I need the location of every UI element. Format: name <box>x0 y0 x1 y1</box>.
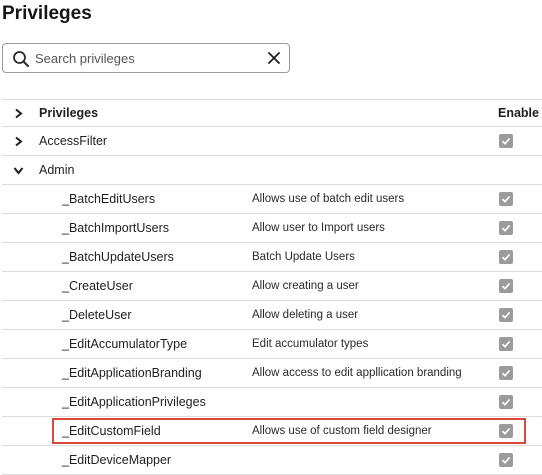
checkmark-icon <box>501 311 511 319</box>
checkmark-icon <box>501 456 511 464</box>
enable-checkbox[interactable] <box>499 308 513 322</box>
checkmark-icon <box>501 282 511 290</box>
privilege-description: Edit accumulator types <box>252 338 369 350</box>
enable-checkbox[interactable] <box>499 424 513 438</box>
privilege-name: _BatchUpdateUsers <box>62 250 174 264</box>
enable-checkbox[interactable] <box>499 366 513 380</box>
privilege-name: _EditApplicationPrivileges <box>62 395 206 409</box>
search-box[interactable] <box>2 43 290 73</box>
privilege-description: Allow access to edit appllication brandi… <box>252 367 462 379</box>
enable-checkbox[interactable] <box>499 192 513 206</box>
privilege-description: Allow creating a user <box>252 280 359 292</box>
enable-checkbox[interactable] <box>499 134 513 148</box>
enable-checkbox[interactable] <box>499 453 513 467</box>
chevron-right-icon <box>14 136 23 146</box>
table-row[interactable]: _EditApplicationBranding Allow access to… <box>2 359 542 388</box>
checkmark-icon <box>501 137 511 145</box>
chevron-right-icon <box>14 108 23 118</box>
group-name: AccessFilter <box>39 134 108 148</box>
privilege-name: _BatchImportUsers <box>62 221 169 235</box>
close-icon[interactable] <box>267 51 281 65</box>
table-row[interactable]: _EditDeviceMapper <box>2 446 542 475</box>
page-title: Privileges <box>2 3 92 24</box>
checkmark-icon <box>501 427 511 435</box>
privilege-name: _EditApplicationBranding <box>62 366 202 380</box>
table-row[interactable]: _DeleteUser Allow deleting a user <box>2 301 542 330</box>
checkmark-icon <box>501 398 511 406</box>
checkmark-icon <box>501 340 511 348</box>
column-header-privileges: Privileges <box>39 106 99 120</box>
enable-checkbox[interactable] <box>499 279 513 293</box>
group-toggle[interactable] <box>10 156 26 184</box>
privilege-description: Allows use of batch edit users <box>252 193 405 205</box>
checkmark-icon <box>501 224 511 232</box>
group-row-accessfilter[interactable]: AccessFilter <box>2 127 542 156</box>
privilege-name: _DeleteUser <box>62 308 132 322</box>
table-row[interactable]: _CreateUser Allow creating a user <box>2 272 542 301</box>
privilege-name: _EditAccumulatorType <box>62 337 188 351</box>
checkmark-icon <box>501 195 511 203</box>
privilege-description: Allow user to Import users <box>252 222 385 234</box>
table-row[interactable]: _EditApplicationPrivileges <box>2 388 542 417</box>
privilege-description: Allow deleting a user <box>252 309 359 321</box>
privilege-description: Batch Update Users <box>252 251 355 263</box>
group-name: Admin <box>39 163 75 177</box>
column-header-enable: Enable <box>498 106 539 120</box>
table-row[interactable]: _EditAccumulatorType Edit accumulator ty… <box>2 330 542 359</box>
checkmark-icon <box>501 253 511 261</box>
chevron-down-icon <box>13 166 23 175</box>
table-header-row: Privileges Enable <box>2 100 542 127</box>
privilege-name: _EditCustomField <box>62 424 161 438</box>
search-input[interactable] <box>35 48 255 68</box>
enable-checkbox[interactable] <box>499 337 513 351</box>
table-row[interactable]: _BatchEditUsers Allows use of batch edit… <box>2 185 542 214</box>
enable-checkbox[interactable] <box>499 221 513 235</box>
enable-checkbox[interactable] <box>499 395 513 409</box>
enable-checkbox[interactable] <box>499 250 513 264</box>
table-row[interactable]: _BatchImportUsers Allow user to Import u… <box>2 214 542 243</box>
search-icon <box>13 51 29 67</box>
table-row[interactable]: _BatchUpdateUsers Batch Update Users <box>2 243 542 272</box>
table-row-highlighted[interactable]: _EditCustomField Allows use of custom fi… <box>2 417 542 446</box>
group-toggle[interactable] <box>10 127 26 155</box>
privileges-table: Privileges Enable AccessFilter Admin _Ba… <box>2 99 542 475</box>
privilege-description: Allows use of custom field designer <box>252 425 432 437</box>
privilege-name: _BatchEditUsers <box>62 192 156 206</box>
checkmark-icon <box>501 369 511 377</box>
privilege-name: _CreateUser <box>62 279 133 293</box>
group-row-admin[interactable]: Admin <box>2 156 542 185</box>
expand-all-toggle[interactable] <box>10 100 26 126</box>
